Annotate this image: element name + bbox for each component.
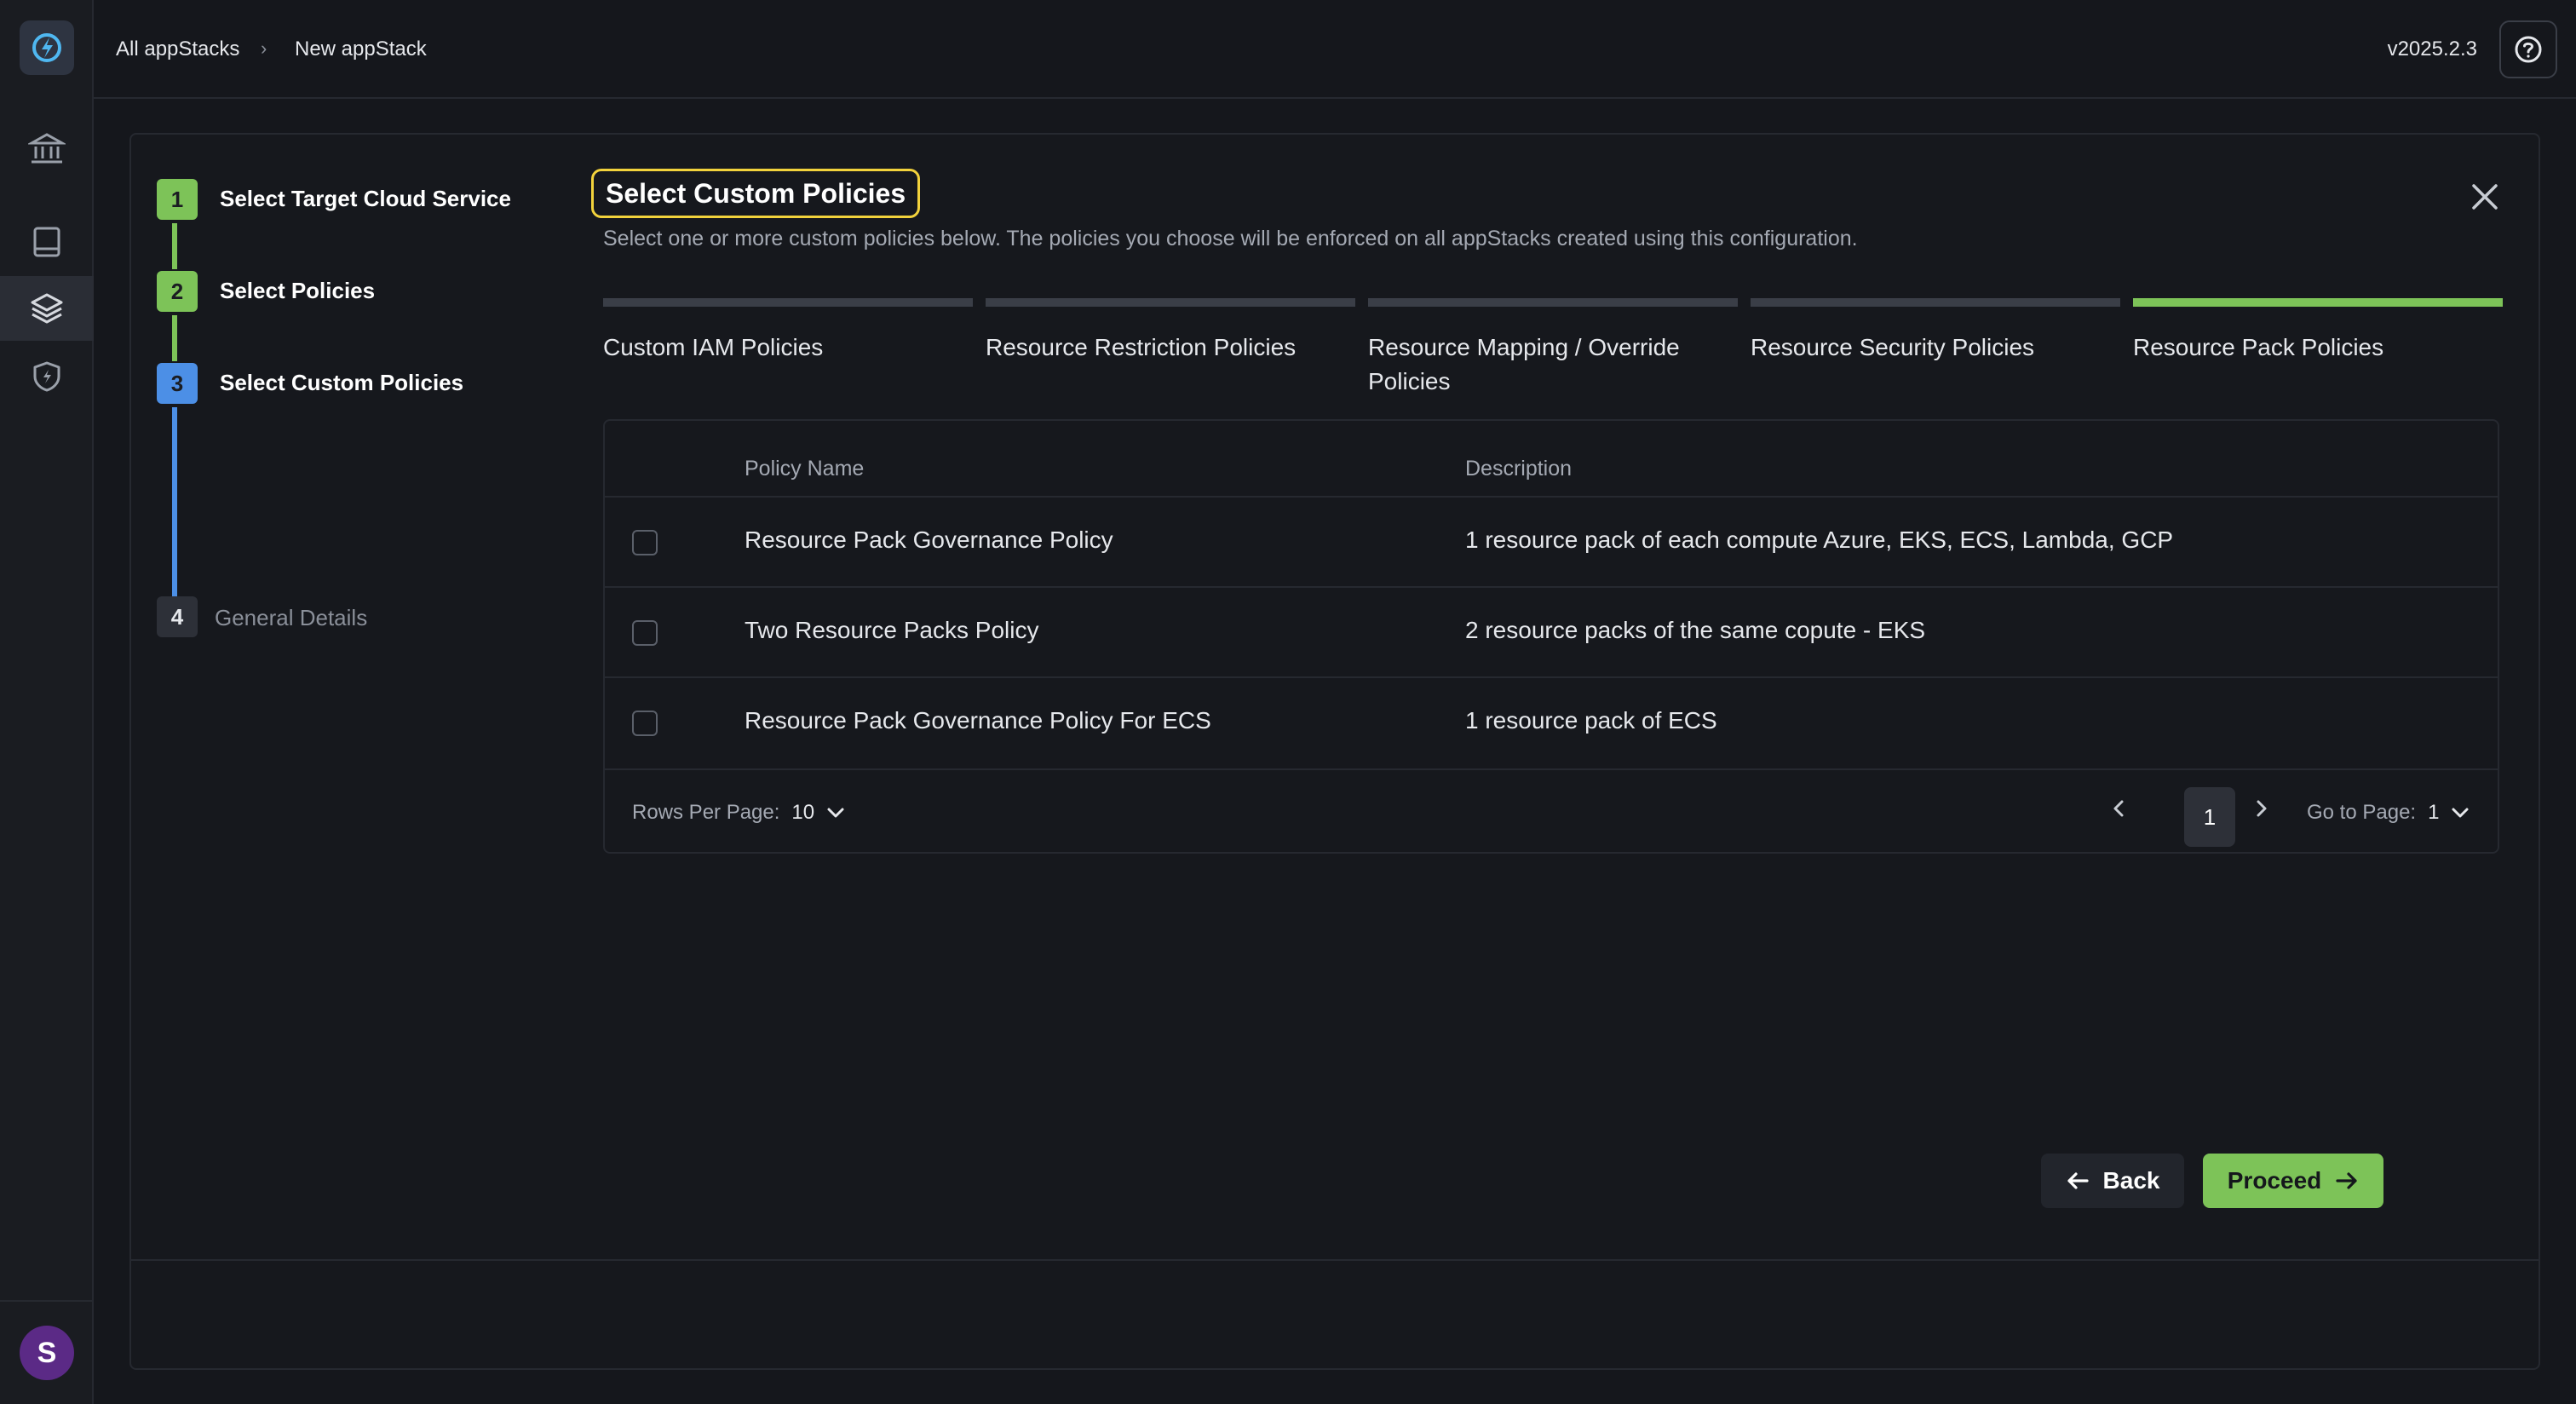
tab-indicator: [1751, 298, 2120, 307]
page-number-button[interactable]: 1: [2184, 787, 2235, 847]
close-button[interactable]: [2465, 177, 2504, 216]
arrow-left-icon: [2067, 1172, 2089, 1189]
row-checkbox[interactable]: [632, 711, 658, 736]
policy-description-cell: 2 resource packs of the same copute - EK…: [1465, 617, 1926, 643]
table-row[interactable]: Resource Pack Governance Policy For ECS …: [605, 676, 2498, 767]
bank-icon: [28, 133, 66, 164]
tab-label: Custom IAM Policies: [603, 334, 824, 360]
table-row[interactable]: Resource Pack Governance Policy 1 resour…: [605, 496, 2498, 586]
top-bar: All appStacks › New appStack v2025.2.3: [94, 0, 2576, 99]
nav-book[interactable]: [0, 210, 94, 274]
nav-bank[interactable]: [0, 116, 94, 181]
step-2-badge: 2: [157, 271, 198, 312]
nav-policies[interactable]: [0, 344, 94, 409]
breadcrumb-current: New appStack: [295, 37, 427, 60]
tab-resource-restriction[interactable]: Resource Restriction Policies: [986, 298, 1355, 365]
chevron-down-icon[interactable]: [826, 807, 845, 819]
policies-table: Policy Name Description Resource Pack Go…: [603, 419, 2499, 854]
tab-resource-mapping[interactable]: Resource Mapping / Override Policies: [1368, 298, 1738, 399]
breadcrumb-separator-icon: ›: [261, 37, 267, 59]
tab-custom-iam[interactable]: Custom IAM Policies: [603, 298, 973, 365]
tab-indicator-active: [2133, 298, 2503, 307]
chevron-down-icon[interactable]: [2451, 807, 2470, 819]
version-label: v2025.2.3: [2387, 37, 2477, 60]
tab-indicator: [603, 298, 973, 307]
help-button[interactable]: [2499, 20, 2557, 78]
table-pagination: Rows Per Page: 10 1 Go to Page: 1: [605, 768, 2498, 854]
page-subtitle: Select one or more custom policies below…: [603, 227, 1858, 250]
policy-description-cell: 1 resource pack of ECS: [1465, 707, 1717, 734]
help-icon: [2515, 36, 2542, 63]
row-checkbox[interactable]: [632, 530, 658, 555]
rows-per-page-select[interactable]: 10: [791, 801, 814, 825]
nav-appstacks[interactable]: [0, 276, 94, 341]
next-page-button[interactable]: [2249, 796, 2274, 821]
book-icon: [33, 227, 60, 257]
step-connector: [172, 407, 177, 601]
tab-resource-pack[interactable]: Resource Pack Policies: [2133, 298, 2503, 365]
close-icon: [2472, 184, 2498, 210]
tab-label: Resource Pack Policies: [2133, 334, 2384, 360]
rows-per-page-label: Rows Per Page:: [632, 801, 780, 824]
tab-indicator: [986, 298, 1355, 307]
step-2-label[interactable]: Select Policies: [220, 278, 375, 304]
app-root: S All appStacks › New appStack v2025.2.3…: [0, 0, 2576, 1404]
footer-divider: [131, 1259, 2539, 1261]
step-1-label[interactable]: Select Target Cloud Service: [220, 186, 511, 212]
back-button[interactable]: Back: [2041, 1154, 2184, 1208]
chevron-right-icon: [2257, 800, 2267, 817]
row-checkbox[interactable]: [632, 620, 658, 646]
app-logo[interactable]: [20, 20, 74, 75]
breadcrumb-all-appstacks[interactable]: All appStacks: [116, 37, 239, 61]
tab-label: Resource Security Policies: [1751, 334, 2035, 360]
proceed-button-label: Proceed: [2227, 1167, 2322, 1194]
step-connector: [172, 223, 177, 269]
previous-page-button[interactable]: [2106, 796, 2131, 821]
rail-divider: [0, 1300, 94, 1302]
page-title: Select Custom Policies: [591, 169, 921, 218]
policy-name-cell: Resource Pack Governance Policy: [745, 526, 1113, 553]
arrow-right-icon: [2336, 1172, 2357, 1189]
proceed-button[interactable]: Proceed: [2203, 1154, 2383, 1208]
left-rail: S: [0, 0, 94, 1404]
column-header-policy-name[interactable]: Policy Name: [745, 457, 864, 481]
policy-name-cell: Resource Pack Governance Policy For ECS: [745, 707, 1211, 734]
step-3-badge: 3: [157, 363, 198, 404]
policy-name-cell: Two Resource Packs Policy: [745, 617, 1039, 643]
column-header-description: Description: [1465, 457, 1573, 480]
tab-indicator: [1368, 298, 1738, 307]
tab-label: Resource Restriction Policies: [986, 334, 1297, 360]
back-button-label: Back: [2102, 1167, 2160, 1194]
go-to-page-label: Go to Page:: [2307, 801, 2417, 824]
chevron-left-icon: [2113, 800, 2124, 817]
step-1-badge: 1: [157, 179, 198, 220]
table-row[interactable]: Two Resource Packs Policy 2 resource pac…: [605, 586, 2498, 676]
rows-per-page: Rows Per Page: 10: [632, 801, 845, 825]
step-3-label[interactable]: Select Custom Policies: [220, 370, 463, 396]
go-to-page: Go to Page: 1: [2307, 801, 2470, 825]
user-avatar[interactable]: S: [20, 1326, 74, 1380]
step-4-badge: 4: [157, 596, 198, 637]
tab-label: Resource Mapping / Override Policies: [1368, 334, 1680, 394]
shield-bolt-icon: [33, 361, 60, 392]
policy-description-cell: 1 resource pack of each compute Azure, E…: [1465, 526, 2174, 553]
step-connector: [172, 315, 177, 361]
layers-icon: [31, 293, 63, 324]
tab-resource-security[interactable]: Resource Security Policies: [1751, 298, 2120, 365]
logo-icon: [32, 33, 61, 62]
go-to-page-select[interactable]: 1: [2428, 801, 2439, 825]
step-4-label: General Details: [215, 605, 368, 630]
